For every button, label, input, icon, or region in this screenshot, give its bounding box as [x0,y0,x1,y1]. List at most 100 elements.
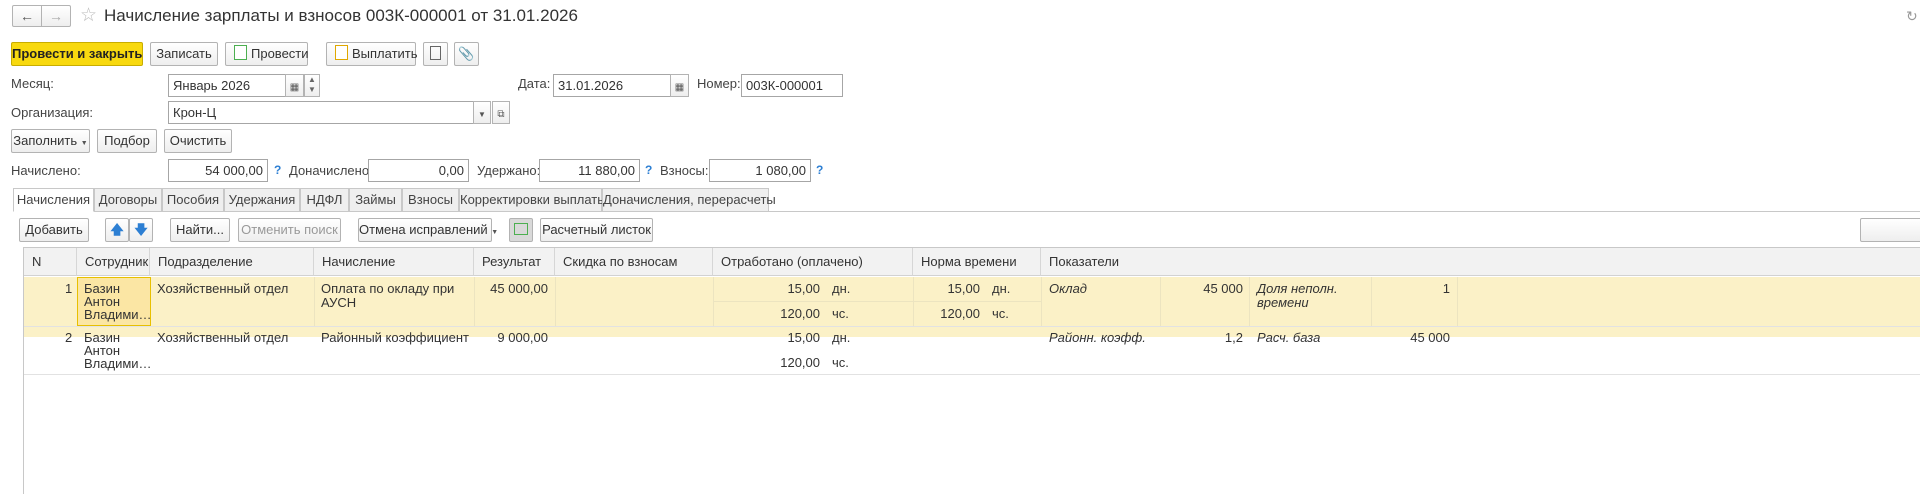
row2-indicator1-value: 1,2 [1224,330,1243,345]
col-header-indicators[interactable]: Показатели [1041,248,1920,276]
row2-n: 2 [65,330,73,345]
row1-norm-hours: 120,00 [940,306,980,321]
month-label: Месяц: [11,76,54,91]
row1-indicator1-value: 45 000 [1203,281,1243,296]
organization-open-button[interactable]: ⧉ [492,101,510,124]
pay-button[interactable]: Выплатить [326,42,418,66]
organization-label: Организация: [11,105,94,120]
row1-worked-days-unit: дн. [832,281,851,296]
more-button[interactable] [1860,218,1920,242]
tab-loans[interactable]: Займы [349,188,402,212]
col-header-norm[interactable]: Норма времени [913,248,1041,276]
col-header-discount[interactable]: Скидка по взносам [555,248,713,276]
number-label: Номер: [697,76,741,91]
fill-button-label: Заполнить [13,133,78,148]
open-link-icon: ⧉ [497,109,505,120]
row-divider [24,374,1920,375]
chevron-down-icon[interactable]: ▼ [308,85,316,94]
row1-n: 1 [65,281,73,296]
col-header-accrual[interactable]: Начисление [314,248,474,276]
post-and-close-button[interactable]: Провести и закрыть [11,42,143,66]
chevron-down-icon: ▼ [478,110,486,119]
arrow-up-icon: 🡅 [110,222,124,237]
tab-contracts[interactable]: Договоры [94,188,162,212]
save-button[interactable]: Записать [150,42,218,66]
contrib-help-icon[interactable]: ? [816,163,823,177]
tab-contributions[interactable]: Взносы [402,188,459,212]
month-calendar-button[interactable]: ▦ [285,74,304,97]
move-up-button[interactable]: 🡅 [105,218,129,242]
row2-department: Хозяйственный отдел [157,330,289,345]
row1-worked-hours-unit: чс. [832,306,849,321]
attach-button[interactable]: 📎 [454,42,479,66]
accrued-help-icon[interactable]: ? [274,163,281,177]
post-button-label: Провести [251,46,309,61]
month-field[interactable]: Январь 2026 [168,74,286,97]
post-button[interactable]: Провести [225,42,309,66]
date-field[interactable]: 31.01.2026 [553,74,671,97]
tab-additional-accruals[interactable]: Доначисления, перерасчеты [602,188,776,212]
chevron-down-icon: ▼ [80,140,88,147]
withheld-field: 11 880,00 [539,159,640,182]
tab-ndfl[interactable]: НДФЛ [300,188,349,212]
forward-button[interactable]: → [41,5,71,27]
arrow-right-icon: → [49,8,63,24]
organization-dropdown-button[interactable]: ▼ [473,101,491,124]
link-icon[interactable]: ↻ [1906,8,1918,25]
contrib-field: 1 080,00 [709,159,811,182]
print-report-button[interactable] [423,42,448,66]
month-stepper[interactable]: ▲ ▼ [304,74,320,97]
withheld-label: Удержано: [477,163,541,178]
col-header-n[interactable]: N [24,248,77,276]
date-calendar-button[interactable]: ▦ [670,74,689,97]
move-down-button[interactable]: 🡇 [129,218,153,242]
arrow-down-icon: 🡇 [134,222,148,237]
col-header-department[interactable]: Подразделение [150,248,314,276]
row2-worked-hours: 120,00 [780,355,820,370]
row1-worked-days: 15,00 [787,281,820,296]
cancel-corrections-button[interactable]: Отмена исправлений ▼ [358,218,498,242]
accrued-field: 54 000,00 [168,159,268,182]
find-button[interactable]: Найти... [170,218,230,242]
add-row-button[interactable]: Добавить [19,218,89,242]
cancel-corrections-label: Отмена исправлений [359,222,488,237]
row2-indicator2-name: Расч. база [1257,330,1321,345]
organization-field[interactable]: Крон-Ц [168,101,474,124]
table-settings-button[interactable] [509,218,533,242]
col-header-result[interactable]: Результат [474,248,555,276]
row1-norm-days: 15,00 [947,281,980,296]
back-button[interactable]: ← [12,5,42,27]
star-icon[interactable]: ☆ [80,4,97,27]
cancel-search-button[interactable]: Отменить поиск [238,218,341,242]
row2-employee-line3: Владими… [84,356,152,371]
tab-deductions[interactable]: Удержания [224,188,300,212]
number-field[interactable]: 003К-000001 [741,74,843,97]
calendar-icon: ▦ [289,82,300,93]
calendar-icon: ▦ [674,82,685,93]
row2-worked-days: 15,00 [787,330,820,345]
contrib-label: Взносы: [660,163,709,178]
col-header-employee[interactable]: Сотрудник [77,248,150,276]
row2-worked-hours-unit: чс. [832,355,849,370]
tab-accruals[interactable]: Начисления [13,188,94,212]
withheld-help-icon[interactable]: ? [645,163,652,177]
col-separator [1041,277,1042,326]
tab-payment-corrections[interactable]: Корректировки выплаты [459,188,607,212]
col-header-worked[interactable]: Отработано (оплачено) [713,248,913,276]
tab-benefits[interactable]: Пособия [162,188,224,212]
chevron-up-icon[interactable]: ▲ [308,75,316,84]
accrued-label: Начислено: [11,163,81,178]
row1-indicator2-name-line2: времени [1257,295,1309,310]
clear-button[interactable]: Очистить [164,129,232,153]
row2-accrual: Районный коэффициент [321,330,469,345]
row1-worked-hours: 120,00 [780,306,820,321]
pay-doc-icon [335,45,348,60]
row1-norm-days-unit: дн. [992,281,1011,296]
pay-button-label: Выплатить [352,46,418,61]
row2-result: 9 000,00 [497,330,548,345]
fill-button[interactable]: Заполнить ▼ [11,129,90,153]
row-divider [24,326,1920,327]
post-doc-icon [234,45,247,60]
payslip-button[interactable]: Расчетный листок [540,218,653,242]
select-button[interactable]: Подбор [97,129,157,153]
